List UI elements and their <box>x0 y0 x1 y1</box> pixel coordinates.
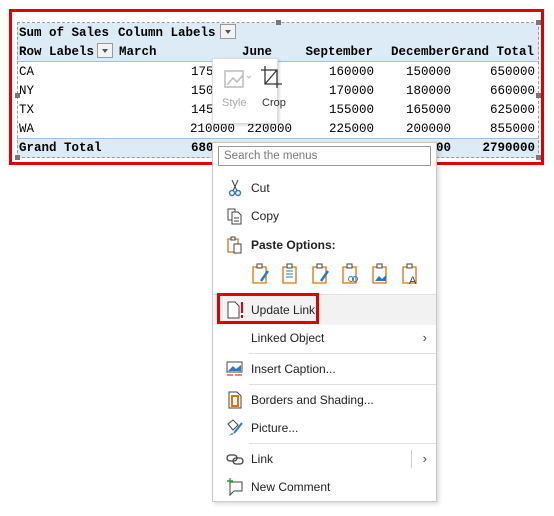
menu-item-borders-and-shading[interactable]: Borders and Shading... <box>213 386 436 414</box>
chevron-right-icon[interactable]: › <box>423 451 427 466</box>
menu-label: Paste Options: <box>251 238 336 252</box>
crop-icon <box>261 66 282 88</box>
cell-march: 145 <box>191 103 214 117</box>
resize-handle[interactable] <box>536 20 541 25</box>
cell-march: 150 <box>191 84 214 98</box>
update-link-highlight-box <box>217 293 319 324</box>
resize-handle[interactable] <box>536 93 541 98</box>
search-placeholder: Search the menus <box>224 150 318 162</box>
row-label: TX <box>19 103 35 117</box>
column-header-grand-total: Grand Total <box>451 45 534 59</box>
format-picture-icon <box>226 419 244 437</box>
sum-of-sales-label: Sum of Sales <box>19 26 110 40</box>
row-label: WA <box>19 122 35 136</box>
menu-label: New Comment <box>251 480 331 494</box>
resize-handle[interactable] <box>536 155 541 160</box>
cell-march: 175 <box>191 65 214 79</box>
paste-options-heading: Paste Options: <box>213 231 436 259</box>
column-labels-header: Column Labels <box>118 26 216 40</box>
grand-total-label: Grand Total <box>19 141 102 155</box>
menu-item-cut[interactable]: Cut <box>213 174 436 202</box>
search-menus-input[interactable]: Search the menus <box>218 146 431 166</box>
column-header-december: December <box>390 45 451 59</box>
crop-button[interactable] <box>260 65 282 89</box>
column-header-march: March <box>119 45 157 59</box>
paste-icon <box>226 236 244 254</box>
grand-total-march: 680 <box>191 141 214 155</box>
grand-total-total: 2790000 <box>482 141 535 155</box>
chevron-right-icon: › <box>422 330 427 345</box>
style-label: Style <box>222 97 247 109</box>
picture-style-icon <box>224 70 252 88</box>
row-labels-header: Row Labels <box>19 45 95 59</box>
borders-shading-icon <box>226 391 244 409</box>
column-labels-filter-dropdown[interactable] <box>220 24 236 39</box>
paste-use-destination-styles-icon[interactable] <box>281 263 301 292</box>
menu-label: Link <box>251 452 274 466</box>
paste-options-row: A <box>251 263 431 287</box>
menu-label: Picture... <box>251 421 299 435</box>
row-labels-filter-dropdown[interactable] <box>97 43 113 58</box>
cell-sep: 225000 <box>328 122 374 136</box>
crop-label: Crop <box>262 97 286 109</box>
menu-item-insert-caption[interactable]: Insert Caption... <box>213 355 436 383</box>
divider <box>249 384 436 385</box>
paste-link-destination-styles-icon[interactable] <box>341 263 361 292</box>
cell-total: 855000 <box>489 122 535 136</box>
insert-caption-icon <box>226 360 244 378</box>
mini-toolbar: Style Crop <box>212 58 286 124</box>
style-button[interactable] <box>223 67 253 93</box>
menu-label: Copy <box>251 209 280 223</box>
paste-as-picture-icon[interactable] <box>371 263 391 292</box>
cell-dec: 150000 <box>405 65 451 79</box>
cell-dec: 180000 <box>405 84 451 98</box>
divider <box>249 443 436 444</box>
menu-label: Linked Object <box>251 331 325 345</box>
cell-total: 625000 <box>489 103 535 117</box>
paste-link-keep-formatting-icon[interactable] <box>311 263 331 292</box>
new-comment-icon <box>226 478 244 497</box>
row-label: NY <box>19 84 35 98</box>
menu-item-linked-object[interactable]: Linked Object › <box>213 324 436 352</box>
row-label: CA <box>19 65 35 79</box>
paste-keep-source-formatting-icon[interactable] <box>251 263 271 292</box>
paste-keep-text-only-icon[interactable]: A <box>401 263 421 292</box>
divider <box>249 353 436 354</box>
menu-item-link[interactable]: Link › <box>213 445 436 473</box>
divider <box>411 450 412 468</box>
copy-icon <box>226 207 244 225</box>
cell-sep: 170000 <box>328 84 374 98</box>
menu-label: Borders and Shading... <box>251 393 374 407</box>
scissors-icon <box>226 179 244 197</box>
resize-handle[interactable] <box>276 20 281 25</box>
menu-item-picture[interactable]: Picture... <box>213 414 436 442</box>
link-icon <box>226 450 244 468</box>
menu-item-copy[interactable]: Copy <box>213 202 436 230</box>
svg-text:A: A <box>409 275 417 287</box>
menu-label: Insert Caption... <box>251 362 336 376</box>
cell-total: 660000 <box>489 84 535 98</box>
cell-sep: 160000 <box>328 65 374 79</box>
cell-dec: 165000 <box>405 103 451 117</box>
column-header-september: September <box>305 45 373 59</box>
cell-total: 650000 <box>489 65 535 79</box>
cell-sep: 155000 <box>328 103 374 117</box>
menu-label: Cut <box>251 181 270 195</box>
menu-item-new-comment[interactable]: New Comment <box>213 473 436 501</box>
cell-dec: 200000 <box>405 122 451 136</box>
